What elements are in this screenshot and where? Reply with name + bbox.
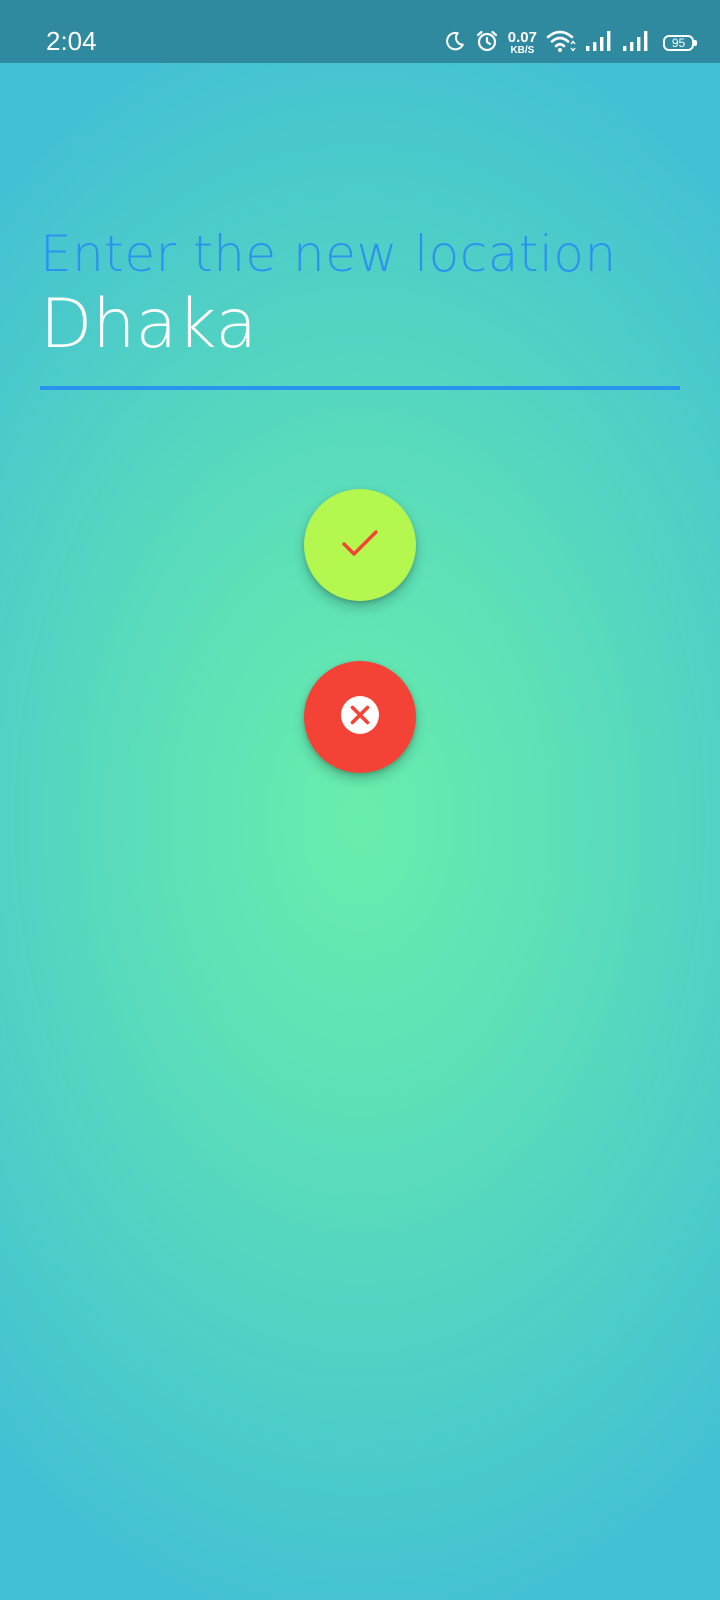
status-time: 2:04 [46,26,97,56]
signal-icon [622,30,650,56]
check-icon [340,523,380,567]
location-prompt-label: Enter the new location [40,225,617,283]
status-icons: 0.07 KB/S 95 [444,26,697,60]
location-input[interactable] [40,284,660,364]
signal-icon [585,30,613,56]
close-circle-icon [340,695,380,739]
cancel-button[interactable] [304,661,416,773]
wifi-icon [546,29,576,57]
network-speed: 0.07 KB/S [508,30,537,56]
status-bar: 2:04 0.07 KB/S 95 [0,0,720,63]
alarm-icon [475,29,499,57]
network-speed-value: 0.07 [507,29,537,46]
network-speed-unit: KB/S [510,45,535,56]
confirm-button[interactable] [304,489,416,601]
input-underline [40,386,680,390]
battery-icon: 95 [663,35,697,51]
moon-icon [444,30,466,56]
